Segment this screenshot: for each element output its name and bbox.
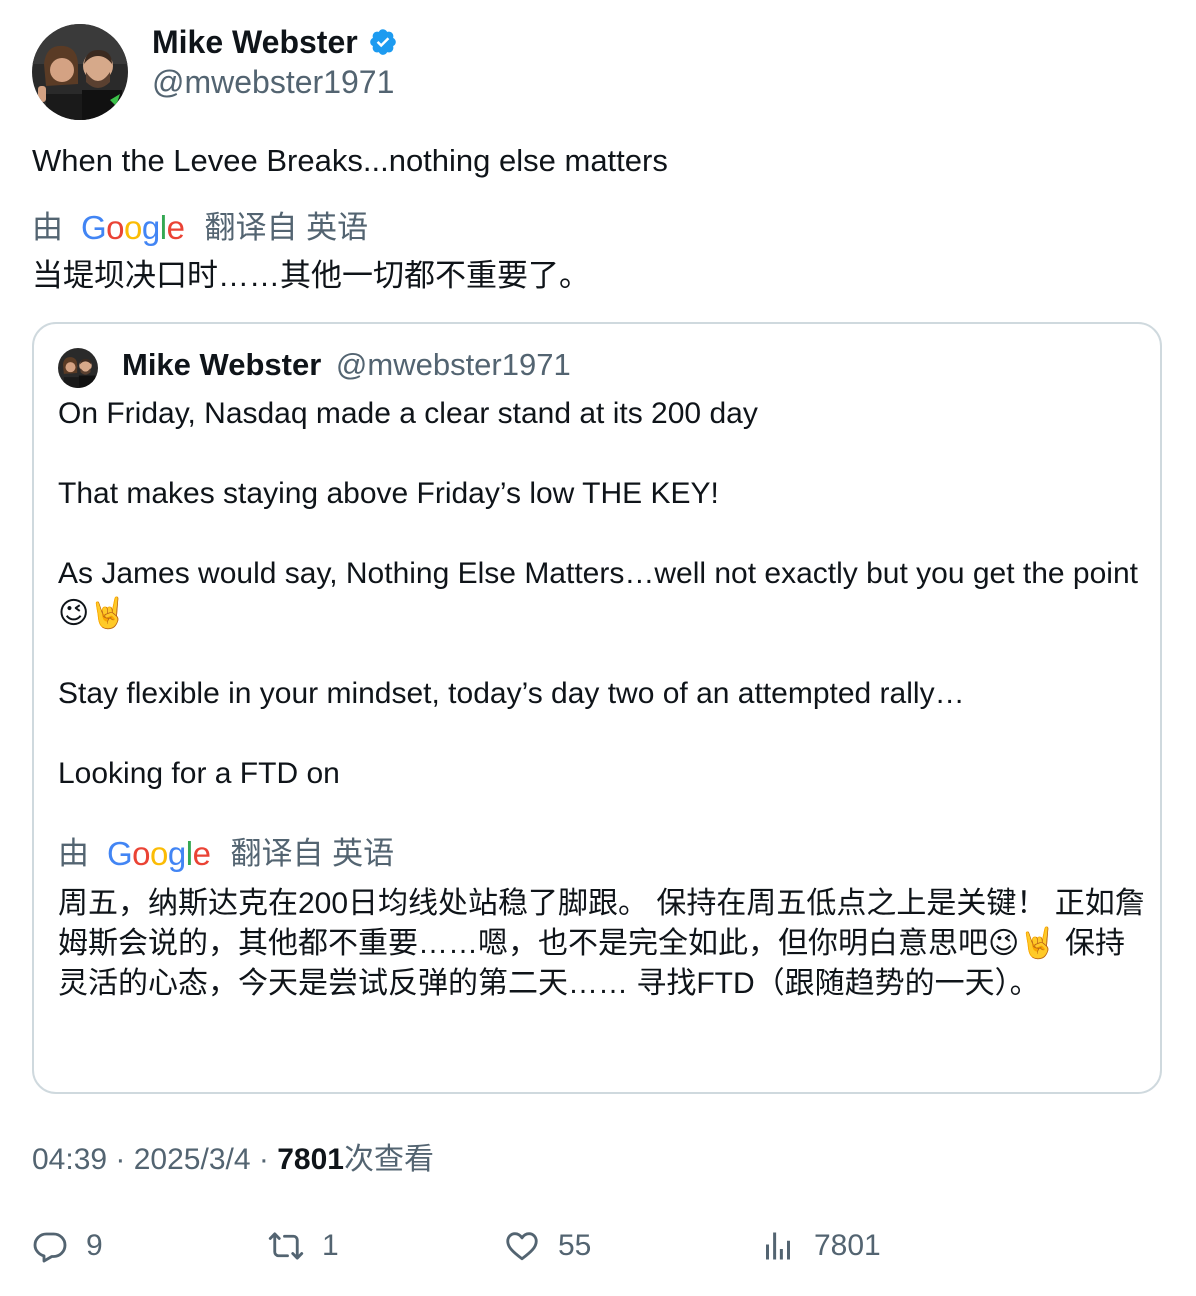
meta-separator: · (258, 1143, 278, 1176)
view-count-label: 次查看 (343, 1143, 434, 1176)
author-name-text[interactable]: Mike Webster (152, 22, 358, 62)
tweet-date[interactable]: 2025/3/4 (134, 1143, 251, 1176)
reply-count: 9 (86, 1229, 103, 1262)
quoted-translation-attribution: 由 Google 翻译自 英语 (58, 834, 394, 874)
like-button[interactable]: 55 (504, 1228, 591, 1264)
quoted-paragraph: That makes staying above Friday’s low TH… (58, 477, 719, 510)
translation-attribution: 由 Google 翻译自 英语 (32, 208, 368, 248)
like-count: 55 (558, 1229, 592, 1262)
translated-from-label[interactable]: 翻译自 英语 (230, 834, 394, 874)
reply-icon (33, 1232, 67, 1263)
views-count: 7801 (814, 1229, 881, 1262)
meta-separator: · (115, 1143, 134, 1176)
action-bar: 9 1 55 7801 (32, 1228, 1162, 1272)
quoted-author-avatar (58, 348, 98, 388)
quoted-paragraph: Stay flexible in your mindset, today’s d… (58, 677, 965, 710)
quoted-translation: 周五，纳斯达克在200日均线处站稳了脚跟。 保持在周五低点之上是关键！ 正如詹姆… (58, 887, 1145, 1000)
quoted-paragraph: As James would say, Nothing Else Matters… (58, 557, 1138, 630)
repost-button[interactable]: 1 (268, 1228, 339, 1264)
quoted-author-name: Mike Webster (122, 347, 322, 382)
quoted-paragraph: Looking for a FTD on (58, 757, 340, 790)
tweet-translation: 当堤坝决口时……其他一切都不重要了。 (32, 258, 590, 293)
view-count: 7801 (277, 1143, 344, 1176)
translated-by-label: 由 (32, 210, 63, 245)
analytics-icon (766, 1232, 790, 1260)
google-logo: Google (107, 835, 211, 872)
quoted-tweet-card[interactable]: Mike Webster @mwebster1971 On Friday, Na… (32, 322, 1162, 1094)
avatar-photo (32, 24, 128, 120)
tweet-meta: 04:39 · 2025/3/4 · 7801次查看 (32, 1140, 434, 1180)
tweet-time[interactable]: 04:39 (32, 1143, 107, 1176)
repost-count: 1 (322, 1229, 339, 1262)
translated-by-label: 由 (58, 836, 89, 871)
author-avatar[interactable] (32, 24, 128, 120)
avatar-photo (58, 348, 98, 388)
heart-icon (506, 1232, 538, 1261)
quoted-author: Mike Webster @mwebster1971 (122, 344, 571, 386)
author-handle[interactable]: @mwebster1971 (152, 62, 394, 102)
tweet-text: When the Levee Breaks...nothing else mat… (32, 143, 668, 178)
quoted-paragraph: On Friday, Nasdaq made a clear stand at … (58, 397, 758, 430)
google-logo: Google (81, 209, 185, 246)
quoted-tweet-text: On Friday, Nasdaq made a clear stand at … (58, 394, 1148, 794)
translated-from-label[interactable]: 翻译自 英语 (204, 208, 368, 248)
author-name[interactable]: Mike Webster (152, 22, 398, 62)
views-button[interactable]: 7801 (760, 1228, 881, 1264)
reply-button[interactable]: 9 (32, 1228, 103, 1264)
quoted-author-handle: @mwebster1971 (335, 347, 571, 382)
repost-icon (268, 1232, 304, 1260)
verified-badge-icon (369, 29, 396, 55)
